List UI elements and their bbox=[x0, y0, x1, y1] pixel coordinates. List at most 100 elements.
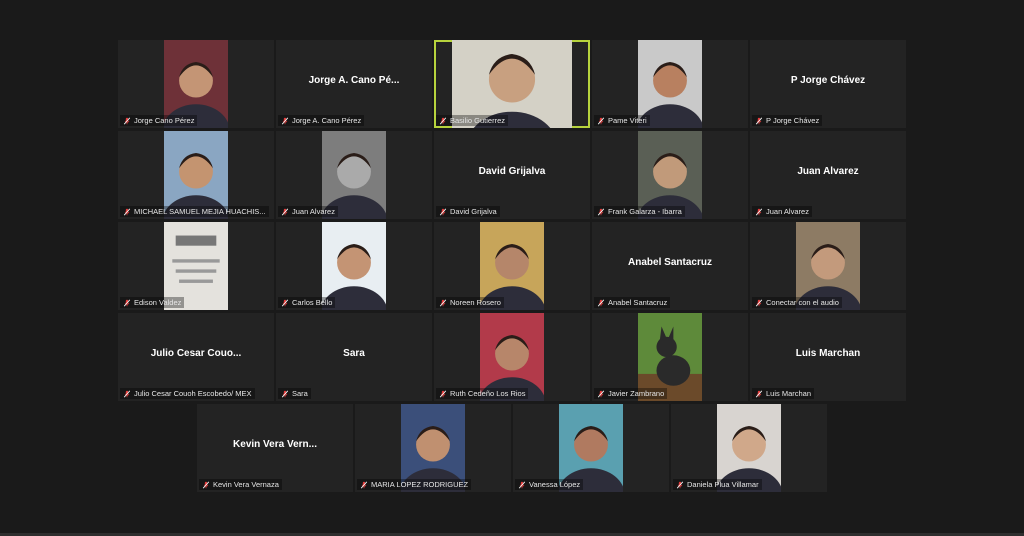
participant-tile[interactable]: Vanessa López bbox=[513, 404, 669, 492]
participant-name-label: Basilio Gutierrez bbox=[436, 115, 509, 126]
participant-name: Carlos Bello bbox=[292, 298, 333, 307]
participant-name: Vanessa López bbox=[529, 480, 581, 489]
participant-name-label: MARIA LOPEZ RODRIGUEZ bbox=[357, 479, 472, 490]
participant-tile[interactable]: Frank Galarza - Ibarra bbox=[592, 131, 748, 219]
participant-name-label: Luis Marchan bbox=[752, 388, 815, 399]
participant-name-label: Sara bbox=[278, 388, 311, 399]
participant-tile[interactable]: MICHAEL SAMUEL MEJIA HUACHIS... bbox=[118, 131, 274, 219]
participant-tile[interactable]: David Grijalva David Grijalva bbox=[434, 131, 590, 219]
participant-name-label: Julio Cesar Couoh Escobedo/ MEX bbox=[120, 388, 255, 399]
participant-name: Edison Valdez bbox=[134, 298, 182, 307]
mic-muted-icon bbox=[597, 299, 605, 306]
participant-tile[interactable]: Luis Marchan Luis Marchan bbox=[750, 313, 906, 401]
participant-name-label: Pame Viteri bbox=[594, 115, 650, 126]
mic-muted-icon bbox=[123, 117, 131, 124]
mic-muted-icon bbox=[597, 208, 605, 215]
participant-tile[interactable]: Edison Valdez bbox=[118, 222, 274, 310]
mic-muted-icon bbox=[281, 299, 289, 306]
participant-tile[interactable]: Jorge Cano Pérez bbox=[118, 40, 274, 128]
participant-tile[interactable]: Julio Cesar Couo... Julio Cesar Couoh Esc… bbox=[118, 313, 274, 401]
participant-name-label: P Jorge Chávez bbox=[752, 115, 823, 126]
participant-tile[interactable]: P Jorge Chávez P Jorge Chávez bbox=[750, 40, 906, 128]
mic-muted-icon bbox=[123, 208, 131, 215]
participant-name: Jorge Cano Pérez bbox=[134, 116, 195, 125]
participant-tile[interactable]: Anabel Santacruz Anabel Santacruz bbox=[592, 222, 748, 310]
participant-name-label: Juan Alvarez bbox=[752, 206, 812, 217]
mic-muted-icon bbox=[360, 481, 368, 488]
mic-muted-icon bbox=[755, 299, 763, 306]
participant-tile[interactable]: Jorge A. Cano Pé... Jorge A. Cano Pérez bbox=[276, 40, 432, 128]
participant-name: Frank Galarza - Ibarra bbox=[608, 207, 682, 216]
participant-name: Luis Marchan bbox=[766, 389, 812, 398]
participant-name: P Jorge Chávez bbox=[766, 116, 820, 125]
participant-name-label: Anabel Santacruz bbox=[594, 297, 671, 308]
mic-muted-icon bbox=[281, 208, 289, 215]
participant-tile[interactable]: Pame Viteri bbox=[592, 40, 748, 128]
participant-tile[interactable]: Conectar con el audio bbox=[750, 222, 906, 310]
mic-muted-icon bbox=[439, 390, 447, 397]
participant-tile[interactable]: Javier Zambrano bbox=[592, 313, 748, 401]
participant-tile[interactable]: Juan Alvarez bbox=[276, 131, 432, 219]
gallery-row: Edison Valdez Carlos Bello Noreen Rosero An… bbox=[0, 222, 1024, 310]
participant-name-label: Jorge Cano Pérez bbox=[120, 115, 198, 126]
participant-tile[interactable]: Juan Alvarez Juan Alvarez bbox=[750, 131, 906, 219]
mic-muted-icon bbox=[123, 299, 131, 306]
participant-name: MICHAEL SAMUEL MEJIA HUACHIS... bbox=[134, 207, 266, 216]
participant-name: MARIA LOPEZ RODRIGUEZ bbox=[371, 480, 469, 489]
mic-muted-icon bbox=[202, 481, 210, 488]
mic-muted-icon bbox=[597, 390, 605, 397]
mic-muted-icon bbox=[123, 390, 131, 397]
participant-name-label: David Grijalva bbox=[436, 206, 500, 217]
participant-name: Kevin Vera Vernaza bbox=[213, 480, 279, 489]
participant-display-name: Luis Marchan bbox=[795, 348, 861, 359]
mic-muted-icon bbox=[518, 481, 526, 488]
participant-name: Conectar con el audio bbox=[766, 298, 839, 307]
participant-display-name: P Jorge Chávez bbox=[790, 75, 866, 86]
participant-tile[interactable]: Noreen Rosero bbox=[434, 222, 590, 310]
participant-name-label: Carlos Bello bbox=[278, 297, 336, 308]
participant-display-name: Kevin Vera Vern... bbox=[233, 439, 317, 450]
participant-tile[interactable]: Basilio Gutierrez bbox=[434, 40, 590, 128]
mic-muted-icon bbox=[281, 390, 289, 397]
mic-muted-icon bbox=[439, 208, 447, 215]
mic-muted-icon bbox=[755, 390, 763, 397]
participant-name: Pame Viteri bbox=[608, 116, 647, 125]
participant-name-label: Juan Alvarez bbox=[278, 206, 338, 217]
participant-tile[interactable]: Carlos Bello bbox=[276, 222, 432, 310]
participant-name: Javier Zambrano bbox=[608, 389, 665, 398]
mic-muted-icon bbox=[439, 299, 447, 306]
mic-muted-icon bbox=[439, 117, 447, 124]
participant-tile[interactable]: Ruth Cedeño Los Rios bbox=[434, 313, 590, 401]
participant-name-label: Noreen Rosero bbox=[436, 297, 504, 308]
participant-name: Noreen Rosero bbox=[450, 298, 501, 307]
mic-muted-icon bbox=[755, 117, 763, 124]
video-gallery: Jorge Cano Pérez Jorge A. Cano Pé... Jorge… bbox=[0, 0, 1024, 536]
participant-display-name: Juan Alvarez bbox=[797, 166, 859, 177]
participant-display-name: Jorge A. Cano Pé... bbox=[308, 75, 400, 86]
participant-name: Juan Alvarez bbox=[766, 207, 809, 216]
participant-name: Julio Cesar Couoh Escobedo/ MEX bbox=[134, 389, 252, 398]
participant-name: David Grijalva bbox=[450, 207, 497, 216]
participant-name-label: Jorge A. Cano Pérez bbox=[278, 115, 365, 126]
participant-name-label: Kevin Vera Vernaza bbox=[199, 479, 282, 490]
participant-display-name: Julio Cesar Couo... bbox=[150, 348, 242, 359]
participant-name-label: MICHAEL SAMUEL MEJIA HUACHIS... bbox=[120, 206, 269, 217]
participant-name-label: Ruth Cedeño Los Rios bbox=[436, 388, 529, 399]
participant-tile[interactable]: Kevin Vera Vern... Kevin Vera Vernaza bbox=[197, 404, 353, 492]
participant-name-label: Conectar con el audio bbox=[752, 297, 842, 308]
mic-muted-icon bbox=[755, 208, 763, 215]
participant-name: Ruth Cedeño Los Rios bbox=[450, 389, 526, 398]
participant-tile[interactable]: Daniela Plua Villamar bbox=[671, 404, 827, 492]
mic-muted-icon bbox=[281, 117, 289, 124]
participant-display-name: David Grijalva bbox=[478, 166, 546, 177]
participant-name-label: Daniela Plua Villamar bbox=[673, 479, 762, 490]
participant-name: Basilio Gutierrez bbox=[450, 116, 506, 125]
mic-muted-icon bbox=[597, 117, 605, 124]
gallery-row: Kevin Vera Vern... Kevin Vera Vernaza MARI… bbox=[0, 404, 1024, 492]
participant-name: Daniela Plua Villamar bbox=[687, 480, 759, 489]
mic-muted-icon bbox=[676, 481, 684, 488]
participant-name: Juan Alvarez bbox=[292, 207, 335, 216]
participant-tile[interactable]: Sara Sara bbox=[276, 313, 432, 401]
participant-tile[interactable]: MARIA LOPEZ RODRIGUEZ bbox=[355, 404, 511, 492]
participant-name: Sara bbox=[292, 389, 308, 398]
